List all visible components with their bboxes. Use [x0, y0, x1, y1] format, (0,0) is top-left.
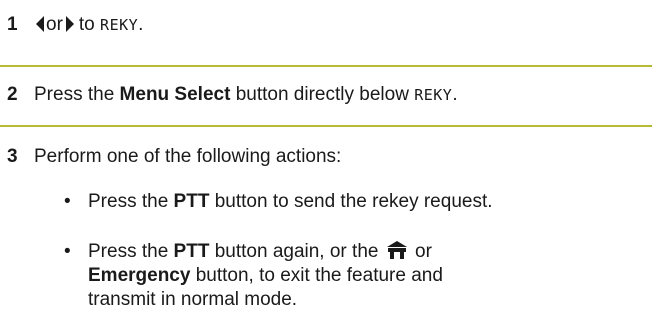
ptt-button-label: PTT — [173, 241, 210, 262]
step-number: 1 — [7, 14, 18, 35]
bullet-text: Press the PTT button to send the rekey r… — [88, 190, 493, 214]
or-text: or — [46, 14, 63, 35]
step-1: 1 or to REKY. — [0, 6, 652, 46]
step-text: Press the Menu Select button directly be… — [34, 84, 458, 106]
menu-select-button-label: Menu Select — [119, 84, 231, 105]
text: button to send the rekey request. — [209, 191, 493, 212]
step-number: 2 — [7, 84, 18, 105]
period: . — [138, 14, 144, 35]
left-arrow-icon — [36, 16, 44, 32]
text: button again, or the — [209, 241, 384, 262]
divider — [0, 65, 652, 67]
bullet: • — [64, 191, 71, 212]
menu-item-reky: REKY — [100, 16, 139, 34]
bullet: • — [64, 241, 71, 262]
divider — [0, 125, 652, 127]
menu-item-reky: REKY — [414, 86, 453, 104]
to-text: to — [78, 14, 95, 35]
text: transmit in normal mode. — [88, 289, 298, 310]
right-arrow-icon — [65, 16, 74, 32]
step-3: 3 Perform one of the following actions: … — [0, 140, 652, 326]
text: Press the — [88, 241, 174, 262]
ptt-button-label: PTT — [173, 191, 210, 212]
step-text: or to REKY. — [31, 14, 143, 36]
text: button, to exit the feature and — [190, 265, 443, 286]
home-icon — [386, 241, 407, 259]
text: Press the — [88, 191, 174, 212]
text: button directly below — [230, 84, 415, 105]
text: or — [409, 241, 432, 262]
bullet-text: Press the PTT button again, or the or Em… — [88, 240, 648, 312]
period: . — [452, 84, 458, 105]
step-intro: Perform one of the following actions: — [34, 146, 342, 167]
step-number: 3 — [7, 146, 18, 167]
text: Press the — [34, 84, 120, 105]
emergency-button-label: Emergency — [88, 265, 191, 286]
step-2: 2 Press the Menu Select button directly … — [0, 80, 652, 120]
